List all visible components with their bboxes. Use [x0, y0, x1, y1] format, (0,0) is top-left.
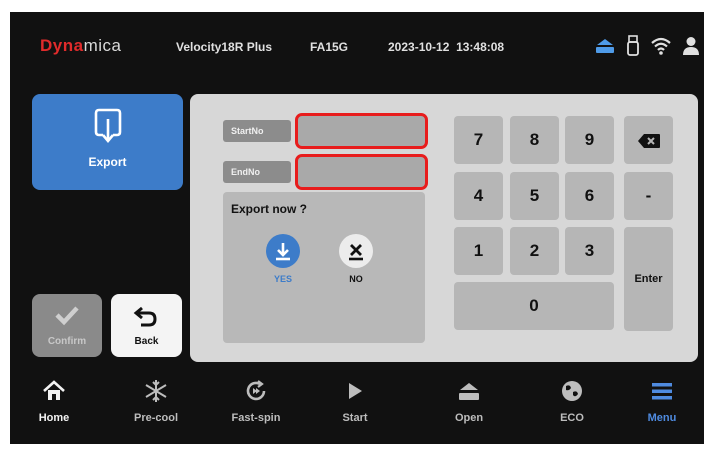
- key-7[interactable]: 7: [454, 116, 503, 164]
- nav-eco[interactable]: ECO: [532, 378, 612, 424]
- menu-icon: [652, 383, 672, 400]
- back-button[interactable]: Back: [111, 294, 182, 357]
- nav-precool[interactable]: Pre-cool: [116, 378, 196, 424]
- export-panel: StartNo EndNo Export now ? YES NO 7 8 9 …: [190, 94, 698, 362]
- date-text: 2023-10-12: [388, 40, 450, 54]
- model-name: Velocity18R Plus: [176, 40, 273, 54]
- user-icon: [683, 37, 699, 55]
- nav-start-label: Start: [342, 412, 368, 424]
- nav-open-label: Open: [454, 412, 484, 424]
- nav-fastspin-label: Fast-spin: [231, 412, 281, 424]
- cancel-x-icon: [349, 244, 363, 261]
- key-8[interactable]: 8: [510, 116, 559, 164]
- no-circle: [339, 234, 373, 268]
- export-confirm-box: Export now ? YES NO: [223, 192, 425, 343]
- lid-icon: [596, 39, 614, 53]
- nav-fastspin[interactable]: Fast-spin: [216, 378, 296, 424]
- nav-eco-label: ECO: [560, 412, 584, 424]
- home-icon: [43, 380, 65, 400]
- download-icon: [276, 243, 290, 261]
- brand-logo: Dynamica: [40, 36, 121, 56]
- end-no-input[interactable]: [295, 154, 428, 190]
- snowflake-icon: [145, 380, 167, 402]
- enter-key[interactable]: Enter: [624, 227, 673, 331]
- nav-precool-label: Pre-cool: [133, 412, 178, 424]
- checkmark-icon: [55, 306, 79, 326]
- usb-drive-icon: [627, 35, 639, 56]
- key-9[interactable]: 9: [565, 116, 614, 164]
- key-0[interactable]: 0: [454, 282, 614, 330]
- export-tile[interactable]: Export: [32, 94, 183, 190]
- export-icon: [94, 108, 122, 144]
- confirm-button[interactable]: Confirm: [32, 294, 102, 357]
- nav-open[interactable]: Open: [429, 378, 509, 424]
- bottom-nav: Home Pre-cool Fast-spin Start Open ECO M…: [10, 372, 704, 444]
- rotor-name: FA15G: [310, 40, 349, 54]
- fast-spin-icon: [246, 380, 266, 401]
- end-no-label: EndNo: [223, 161, 291, 183]
- back-label: Back: [134, 336, 159, 347]
- backspace-icon: [637, 133, 660, 148]
- nav-home-label: Home: [38, 412, 70, 424]
- brand-logo-part1: Dyna: [40, 36, 84, 55]
- nav-menu[interactable]: Menu: [622, 378, 702, 424]
- lid-open-icon: [459, 383, 479, 400]
- key-minus[interactable]: -: [624, 172, 673, 220]
- key-4[interactable]: 4: [454, 172, 503, 220]
- datetime: 2023-10-12 13:48:08: [388, 40, 504, 54]
- yes-circle: [266, 234, 300, 268]
- key-2[interactable]: 2: [510, 227, 559, 275]
- key-3[interactable]: 3: [565, 227, 614, 275]
- play-icon: [349, 383, 362, 399]
- nav-start[interactable]: Start: [315, 378, 395, 424]
- no-button[interactable]: NO: [336, 234, 376, 284]
- confirm-label: Confirm: [47, 336, 87, 347]
- wifi-icon: [651, 37, 671, 55]
- yes-button[interactable]: YES: [263, 234, 303, 284]
- start-no-input[interactable]: [295, 113, 428, 149]
- key-1[interactable]: 1: [454, 227, 503, 275]
- key-5[interactable]: 5: [510, 172, 559, 220]
- yes-label: YES: [273, 274, 292, 284]
- start-no-label: StartNo: [223, 120, 291, 142]
- eco-globe-icon: [562, 381, 582, 401]
- device-screen: Dynamica Velocity18R Plus FA15G 2023-10-…: [10, 12, 704, 444]
- no-label: NO: [349, 274, 363, 284]
- nav-home[interactable]: Home: [14, 378, 94, 424]
- export-label: Export: [88, 155, 127, 169]
- status-bar: Dynamica Velocity18R Plus FA15G 2023-10-…: [10, 12, 704, 80]
- nav-menu-label: Menu: [647, 412, 677, 424]
- status-icons: [594, 34, 700, 58]
- backspace-key[interactable]: [624, 116, 673, 164]
- key-6[interactable]: 6: [565, 172, 614, 220]
- brand-logo-part2: mica: [83, 36, 122, 55]
- back-arrow-icon: [133, 306, 157, 327]
- time-text: 13:48:08: [456, 40, 505, 54]
- export-prompt: Export now ?: [231, 202, 307, 216]
